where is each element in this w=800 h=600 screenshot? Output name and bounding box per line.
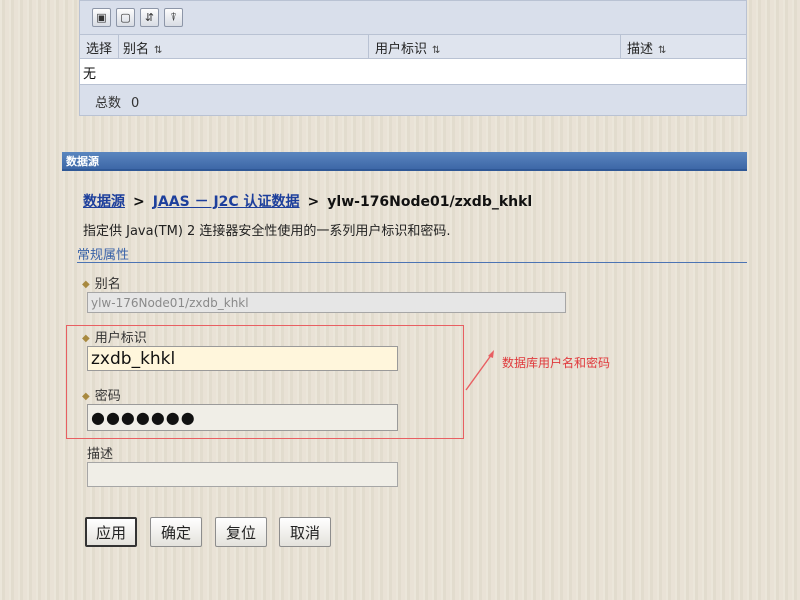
alias-label-row: ◆ 别名 bbox=[82, 273, 121, 292]
breadcrumb-link-datasource[interactable]: 数据源 bbox=[83, 194, 125, 210]
column-user-id-label: 用户标识 bbox=[375, 42, 428, 57]
annotation-note: 数据库用户名和密码 bbox=[502, 356, 611, 370]
table-row: 无 bbox=[80, 59, 746, 85]
section-header-title: 数据源 bbox=[66, 155, 99, 168]
deselect-all-icon[interactable]: ▢ bbox=[116, 8, 135, 27]
total-label: 总数 bbox=[95, 96, 122, 111]
alias-label: 别名 bbox=[94, 277, 121, 292]
column-user-id[interactable]: 用户标识 ⇅ bbox=[375, 38, 440, 57]
general-properties-title: 常规属性 bbox=[77, 248, 130, 263]
sort-icon[interactable]: ⇅ bbox=[432, 45, 440, 56]
column-divider bbox=[620, 35, 621, 59]
sort-icon[interactable]: ⇅ bbox=[154, 45, 162, 56]
alias-field bbox=[87, 292, 566, 313]
total-value: 0 bbox=[131, 96, 140, 111]
select-all-icon[interactable]: ▣ bbox=[92, 8, 111, 27]
breadcrumb-current: ylw-176Node01/zxdb_khkl bbox=[327, 194, 533, 210]
sort-icon[interactable]: ⇅ bbox=[658, 45, 666, 56]
table-header: 选择 别名 ⇅ 用户标识 ⇅ 描述 ⇅ bbox=[80, 34, 746, 59]
annotation-highlight-box bbox=[66, 325, 464, 439]
breadcrumb-link-j2c-auth[interactable]: JAAS － J2C 认证数据 bbox=[153, 194, 300, 210]
table-toolbar: ▣ ▢ ⇵ ⍒ bbox=[92, 8, 183, 28]
breadcrumb-separator: > bbox=[133, 194, 145, 210]
column-select: 选择 bbox=[86, 42, 113, 57]
empty-table-text: 无 bbox=[83, 67, 97, 82]
cancel-button[interactable]: 取消 bbox=[279, 517, 331, 547]
column-description[interactable]: 描述 ⇅ bbox=[627, 38, 666, 57]
table-total: 总数 0 bbox=[95, 92, 139, 111]
collection-table-panel: ▣ ▢ ⇵ ⍒ 选择 别名 ⇅ 用户标识 ⇅ 描述 ⇅ 无 总数 0 bbox=[79, 0, 747, 116]
section-divider bbox=[77, 262, 747, 263]
breadcrumb-separator: > bbox=[307, 194, 320, 210]
section-header-bar: 数据源 bbox=[62, 152, 747, 171]
column-divider bbox=[368, 35, 369, 59]
column-alias[interactable]: 别名 ⇅ bbox=[123, 38, 162, 57]
page-description: 指定供 Java(TM) 2 连接器安全性使用的一系列用户标识和密码. bbox=[83, 224, 451, 239]
required-icon: ◆ bbox=[82, 279, 90, 290]
reset-button[interactable]: 复位 bbox=[215, 517, 267, 547]
column-divider bbox=[118, 35, 119, 59]
breadcrumb: 数据源 > JAAS － J2C 认证数据 > ylw-176Node01/zxdb_k… bbox=[83, 191, 532, 211]
column-alias-label: 别名 bbox=[123, 42, 150, 57]
column-description-label: 描述 bbox=[627, 42, 654, 57]
clear-filter-icon[interactable]: ⍒ bbox=[164, 8, 183, 27]
filter-icon[interactable]: ⇵ bbox=[140, 8, 159, 27]
ok-button[interactable]: 确定 bbox=[150, 517, 202, 547]
apply-button[interactable]: 应用 bbox=[85, 517, 137, 547]
description-label: 描述 bbox=[87, 447, 114, 462]
description-field[interactable] bbox=[87, 462, 398, 487]
